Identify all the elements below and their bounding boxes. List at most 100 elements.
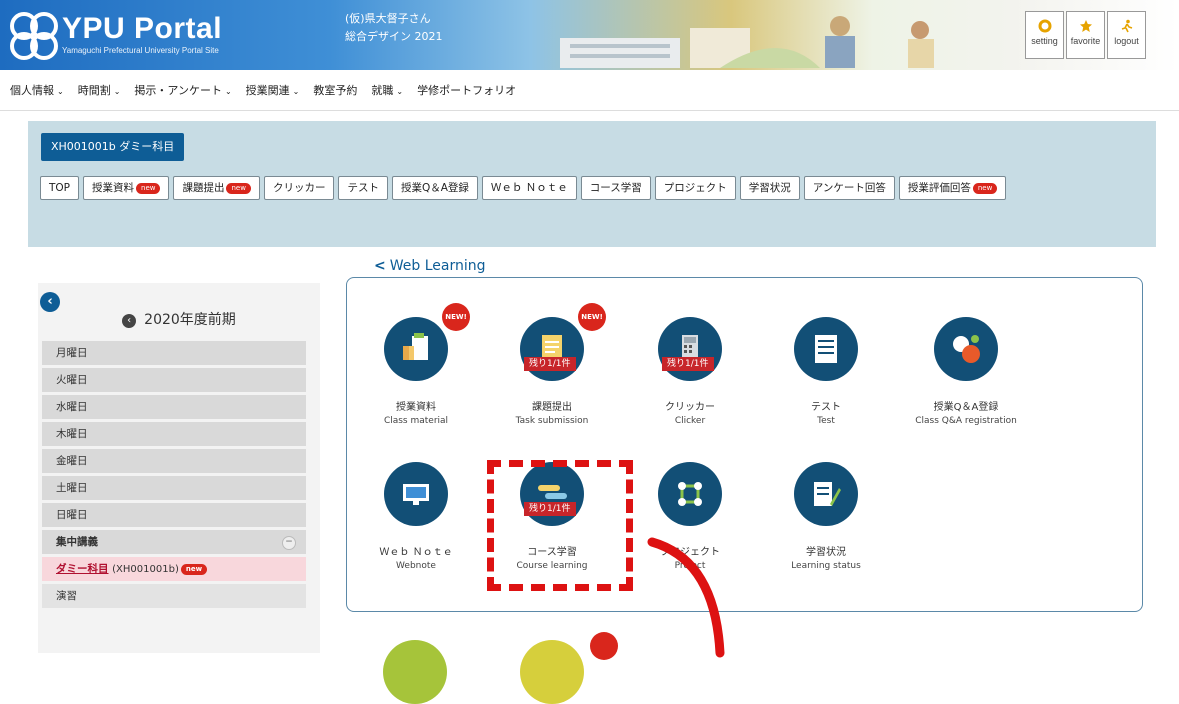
chevron-down-icon: ⌄ bbox=[224, 87, 232, 96]
intensive-course-item[interactable]: 集中講義 − bbox=[42, 530, 306, 554]
tab-survey-answer[interactable]: アンケート回答 bbox=[803, 176, 895, 200]
tab-top[interactable]: TOP bbox=[40, 176, 80, 200]
extra-tile-circle[interactable] bbox=[520, 640, 584, 704]
setting-label: setting bbox=[1031, 36, 1058, 46]
nav-class-related[interactable]: 授業関連 ⌄ bbox=[246, 82, 300, 98]
day-item-friday[interactable]: 金曜日 bbox=[42, 449, 306, 473]
tile-en-label: Class Q&A registration bbox=[915, 416, 1017, 426]
tile-jp-label: 授業資料 bbox=[396, 402, 436, 413]
runner-icon bbox=[1121, 19, 1132, 33]
tile-jp-label: クリッカー bbox=[665, 402, 715, 413]
logout-button[interactable]: logout bbox=[1107, 11, 1146, 59]
tile-en-label: Webnote bbox=[396, 561, 436, 571]
tab-task-submission-label: 課題提出 bbox=[182, 182, 225, 194]
tile-class-material[interactable]: NEW! 授業資料 Class material bbox=[346, 303, 486, 426]
document-icon bbox=[403, 333, 428, 360]
tab-project[interactable]: プロジェクト bbox=[654, 176, 736, 200]
star-icon bbox=[1079, 20, 1092, 32]
tile-jp-label: テスト bbox=[811, 402, 841, 413]
nav-room-reservation[interactable]: 教室予約 bbox=[313, 82, 357, 98]
webnote-circle bbox=[384, 462, 448, 526]
tile-test[interactable]: テスト Test bbox=[756, 317, 896, 426]
tile-class-qa[interactable]: 授業Q＆A登録 Class Q&A registration bbox=[891, 317, 1041, 426]
tab-class-material[interactable]: 授業資料 new bbox=[83, 176, 170, 200]
portal-logo[interactable]: YPU Portal Yamaguchi Prefectural Univers… bbox=[8, 10, 222, 60]
tab-class-qa[interactable]: 授業Q＆A登録 bbox=[391, 176, 478, 200]
project-icon bbox=[678, 482, 702, 506]
day-item-wednesday[interactable]: 水曜日 bbox=[42, 395, 306, 419]
active-course-name: ダミー科目 bbox=[56, 563, 109, 575]
tile-jp-label: Ｗｅｂ Ｎｏｔｅ bbox=[379, 547, 453, 558]
greeting-name: (仮)県大督子さん bbox=[345, 12, 431, 25]
share-icon: < bbox=[374, 258, 386, 274]
nav-portfolio[interactable]: 学修ポートフォリオ bbox=[417, 82, 516, 98]
tile-en-label: Clicker bbox=[674, 416, 706, 426]
tab-class-material-label: 授業資料 bbox=[92, 182, 135, 194]
test-sheet-icon bbox=[815, 335, 837, 363]
tile-en-label: Class material bbox=[383, 416, 449, 426]
class-material-circle: NEW! bbox=[384, 303, 470, 381]
day-item-saturday[interactable]: 土曜日 bbox=[42, 476, 306, 500]
day-item-tuesday[interactable]: 火曜日 bbox=[42, 368, 306, 392]
tab-learning-status-label: 学習状況 bbox=[748, 182, 791, 194]
nav-personal-info-label: 個人情報 bbox=[10, 84, 54, 97]
user-greeting: (仮)県大督子さん 総合デザイン 2021 bbox=[345, 10, 443, 46]
day-list: 月曜日 火曜日 水曜日 木曜日 金曜日 土曜日 日曜日 集中講義 − ダミー科目 … bbox=[42, 341, 306, 611]
nav-notice-survey[interactable]: 掲示・アンケート ⌄ bbox=[134, 82, 231, 98]
nav-class-related-label: 授業関連 bbox=[245, 84, 290, 97]
tab-test-label: テスト bbox=[347, 182, 379, 194]
tab-learning-status[interactable]: 学習状況 bbox=[739, 176, 800, 200]
nav-timetable[interactable]: 時間割 ⌄ bbox=[78, 82, 121, 98]
clicker-circle: 残り1/1件 bbox=[658, 317, 722, 381]
global-nav: 個人情報 ⌄ 時間割 ⌄ 掲示・アンケート ⌄ 授業関連 ⌄ 教室予約 就職 ⌄ 学修ポー… bbox=[0, 70, 1179, 111]
seminar-item[interactable]: 演習 bbox=[42, 584, 306, 608]
tab-class-evaluation[interactable]: 授業評価回答 new bbox=[898, 176, 1007, 200]
tab-class-qa-label: 授業Q＆A登録 bbox=[400, 182, 469, 194]
test-circle bbox=[794, 317, 858, 381]
web-learning-title-text: Web Learning bbox=[389, 258, 486, 274]
active-course-item[interactable]: ダミー科目 (XH001001b) new bbox=[42, 557, 306, 581]
callout-arrow bbox=[647, 537, 725, 658]
qa-icon bbox=[953, 335, 980, 363]
chevron-left-icon: ‹ bbox=[122, 314, 137, 328]
extra-tile-circle[interactable] bbox=[383, 640, 447, 704]
new-badge bbox=[590, 632, 618, 660]
course-title-tag[interactable]: XH001001b ダミー科目 bbox=[41, 133, 185, 161]
collapse-icon[interactable]: − bbox=[282, 536, 296, 550]
gear-icon bbox=[1038, 19, 1051, 33]
task-submission-circle: NEW! 残り1/1件 bbox=[520, 303, 606, 381]
tab-survey-answer-label: アンケート回答 bbox=[812, 182, 886, 194]
tile-webnote[interactable]: Ｗｅｂ Ｎｏｔｅ Webnote bbox=[346, 462, 486, 571]
tab-webnote[interactable]: Ｗｅｂ Ｎｏｔｅ bbox=[481, 176, 577, 200]
new-badge: NEW! bbox=[578, 303, 606, 331]
day-item-sunday[interactable]: 日曜日 bbox=[42, 503, 306, 527]
tab-project-label: プロジェクト bbox=[663, 182, 727, 194]
status-report-icon bbox=[814, 482, 841, 506]
setting-button[interactable]: setting bbox=[1025, 11, 1064, 59]
day-item-thursday[interactable]: 木曜日 bbox=[42, 422, 306, 446]
tab-test[interactable]: テスト bbox=[338, 176, 388, 200]
tab-task-submission[interactable]: 課題提出 new bbox=[173, 176, 260, 200]
tile-en-label: Task submission bbox=[515, 416, 589, 426]
tab-clicker[interactable]: クリッカー bbox=[263, 176, 335, 200]
new-badge: new bbox=[136, 182, 161, 194]
new-badge: new bbox=[180, 563, 208, 575]
tab-clicker-label: クリッカー bbox=[272, 182, 326, 194]
nav-personal-info[interactable]: 個人情報 ⌄ bbox=[10, 82, 64, 98]
nav-notice-survey-label: 掲示・アンケート bbox=[134, 84, 222, 97]
nav-career-label: 就職 bbox=[371, 84, 394, 97]
favorite-label: favorite bbox=[1070, 36, 1101, 46]
chevron-down-icon: ⌄ bbox=[113, 87, 121, 96]
chevron-down-icon: ⌄ bbox=[396, 87, 404, 96]
new-badge: new bbox=[226, 182, 251, 194]
nav-career[interactable]: 就職 ⌄ bbox=[371, 82, 403, 98]
intensive-label: 集中講義 bbox=[56, 536, 98, 548]
tile-task-submission[interactable]: NEW! 残り1/1件 課題提出 Task submission bbox=[482, 303, 622, 426]
tile-clicker[interactable]: 残り1/1件 クリッカー Clicker bbox=[620, 317, 760, 426]
tile-en-label: Test bbox=[817, 416, 835, 426]
favorite-button[interactable]: favorite bbox=[1066, 11, 1105, 59]
tab-course-learning[interactable]: コース学習 bbox=[580, 176, 651, 200]
chevron-down-icon: ⌄ bbox=[292, 87, 300, 96]
day-item-monday[interactable]: 月曜日 bbox=[42, 341, 306, 365]
term-title[interactable]: ‹ 2020年度前期 bbox=[38, 309, 320, 329]
